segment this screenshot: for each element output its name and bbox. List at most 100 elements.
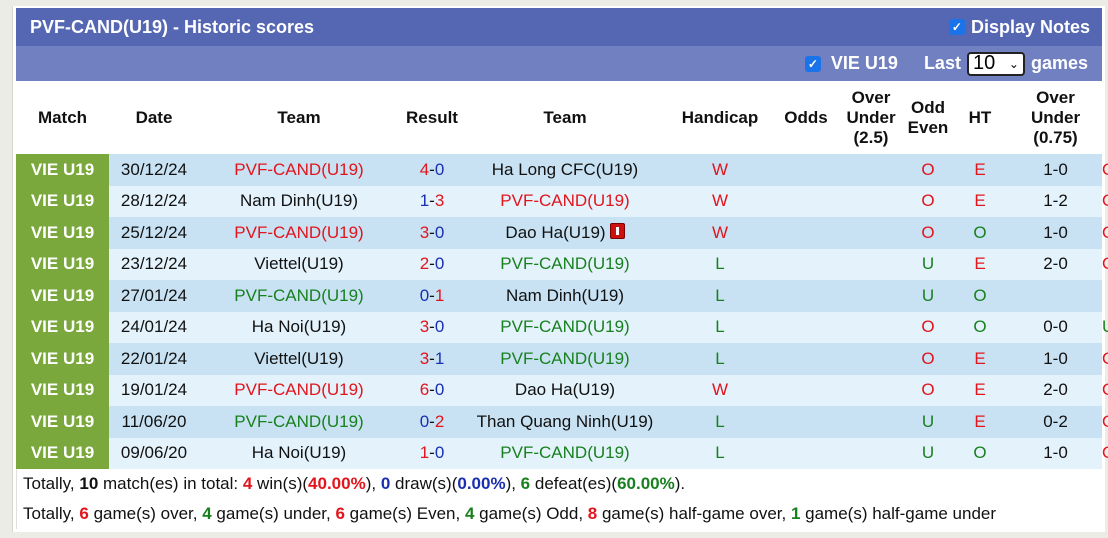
away-team-name[interactable]: Dao Ha(U19)	[515, 380, 615, 399]
odds-cell	[837, 248, 905, 280]
away-team-name[interactable]: PVF-CAND(U19)	[500, 191, 629, 210]
table-row: VIE U19 25/12/24 PVF-CAND(U19) 3-0 Dao Ha(U1…	[16, 217, 1108, 249]
league-filter-checkbox[interactable]: ✓	[804, 55, 821, 72]
games-label: games	[1030, 53, 1088, 73]
away-team-name[interactable]: Dao Ha(U19)	[505, 223, 605, 242]
away-team-cell[interactable]: PVF-CAND(U19)	[465, 311, 665, 343]
summary-text: game(s) half-game over,	[597, 504, 791, 523]
away-team-cell[interactable]: PVF-CAND(U19)	[465, 437, 665, 469]
home-team-cell[interactable]: Nam Dinh(U19)	[199, 185, 399, 217]
home-team-cell[interactable]: Ha Noi(U19)	[199, 311, 399, 343]
away-team-cell[interactable]: PVF-CAND(U19)	[465, 185, 665, 217]
home-team-cell[interactable]: PVF-CAND(U19)	[199, 154, 399, 186]
home-team-name[interactable]: Ha Noi(U19)	[252, 443, 346, 462]
handicap-cell	[775, 374, 837, 406]
result-cell: L	[665, 248, 775, 280]
home-team-cell[interactable]: Viettel(U19)	[199, 248, 399, 280]
over-under-cell: U	[905, 437, 951, 469]
ht-score-cell	[1009, 280, 1102, 312]
result-cell: L	[665, 343, 775, 375]
league-cell[interactable]: VIE U19	[16, 374, 109, 406]
table-row: VIE U19 19/01/24 PVF-CAND(U19) 6-0 Dao Ha(U1…	[16, 374, 1108, 406]
home-team-name[interactable]: Viettel(U19)	[254, 254, 343, 273]
league-cell[interactable]: VIE U19	[16, 248, 109, 280]
summary-value: 6	[335, 504, 345, 523]
score-cell[interactable]: 2-0	[399, 248, 465, 280]
home-team-name[interactable]: Ha Noi(U19)	[252, 317, 346, 336]
away-team-name[interactable]: PVF-CAND(U19)	[500, 349, 629, 368]
summary-text: match(es) in total:	[98, 474, 243, 493]
odd-even-cell: E	[951, 248, 1009, 280]
away-team-cell[interactable]: PVF-CAND(U19)	[465, 248, 665, 280]
date-cell: 19/01/24	[109, 374, 199, 406]
league-cell[interactable]: VIE U19	[16, 343, 109, 375]
games-count-select[interactable]: 10 ⌄	[966, 51, 1025, 76]
score-cell[interactable]: 1-0	[399, 437, 465, 469]
away-team-name[interactable]: Nam Dinh(U19)	[506, 286, 624, 305]
league-cell[interactable]: VIE U19	[16, 437, 109, 469]
date-cell: 25/12/24	[109, 217, 199, 249]
home-score: 6	[419, 380, 430, 400]
away-team-name[interactable]: Ha Long CFC(U19)	[492, 160, 638, 179]
score-cell[interactable]: 4-0	[399, 154, 465, 186]
league-cell[interactable]: VIE U19	[16, 217, 109, 249]
home-team-cell[interactable]: PVF-CAND(U19)	[199, 406, 399, 438]
away-team-name[interactable]: PVF-CAND(U19)	[500, 317, 629, 336]
away-team-cell[interactable]: Ha Long CFC(U19)	[465, 154, 665, 186]
away-team-cell[interactable]: Nam Dinh(U19)	[465, 280, 665, 312]
home-team-cell[interactable]: Viettel(U19)	[199, 343, 399, 375]
away-team-cell[interactable]: Than Quang Ninh(U19)	[465, 406, 665, 438]
away-team-cell[interactable]: Dao Ha(U19)	[465, 217, 665, 249]
ht-score-cell: 1-0	[1009, 154, 1102, 186]
away-team-name[interactable]: PVF-CAND(U19)	[500, 254, 629, 273]
score-cell[interactable]: 0-2	[399, 406, 465, 438]
away-team-name[interactable]: Than Quang Ninh(U19)	[477, 412, 654, 431]
ht-score-cell: 0-2	[1009, 406, 1102, 438]
result-cell: L	[665, 437, 775, 469]
home-team-name[interactable]: PVF-CAND(U19)	[234, 223, 363, 242]
home-team-name[interactable]: PVF-CAND(U19)	[234, 160, 363, 179]
home-team-cell[interactable]: PVF-CAND(U19)	[199, 374, 399, 406]
home-team-name[interactable]: PVF-CAND(U19)	[234, 380, 363, 399]
league-cell[interactable]: VIE U19	[16, 406, 109, 438]
date-cell: 28/12/24	[109, 185, 199, 217]
home-team-name[interactable]: Viettel(U19)	[254, 349, 343, 368]
summary-text: draw(s)(	[390, 474, 458, 493]
home-team-cell[interactable]: Ha Noi(U19)	[199, 437, 399, 469]
last-label: Last	[923, 53, 961, 73]
score-cell[interactable]: 0-1	[399, 280, 465, 312]
display-notes-checkbox[interactable]: ✓	[948, 19, 965, 35]
odds-cell	[837, 280, 905, 312]
score-cell[interactable]: 3-0	[399, 311, 465, 343]
away-team-name[interactable]: PVF-CAND(U19)	[500, 443, 629, 462]
home-team-cell[interactable]: PVF-CAND(U19)	[199, 217, 399, 249]
summary: Totally, 10 match(es) in total: 4 win(s)…	[16, 469, 1102, 529]
away-team-cell[interactable]: Dao Ha(U19)	[465, 374, 665, 406]
home-team-name[interactable]: Nam Dinh(U19)	[240, 191, 358, 210]
away-team-cell[interactable]: PVF-CAND(U19)	[465, 343, 665, 375]
league-cell[interactable]: VIE U19	[16, 185, 109, 217]
league-cell[interactable]: VIE U19	[16, 311, 109, 343]
score-cell[interactable]: 1-3	[399, 185, 465, 217]
home-score: 0	[419, 285, 430, 305]
ht-score-cell: 1-0	[1009, 343, 1102, 375]
display-notes-toggle[interactable]: ✓ Display Notes	[948, 16, 1090, 38]
home-team-cell[interactable]: PVF-CAND(U19)	[199, 280, 399, 312]
away-score: 3	[434, 191, 445, 211]
summary-value: 4	[464, 504, 475, 523]
score-cell[interactable]: 6-0	[399, 374, 465, 406]
home-team-name[interactable]: PVF-CAND(U19)	[234, 286, 363, 305]
home-team-name[interactable]: PVF-CAND(U19)	[234, 412, 363, 431]
handicap-cell	[775, 343, 837, 375]
home-score: 3	[419, 317, 430, 337]
league-cell[interactable]: VIE U19	[16, 280, 109, 312]
summary-value: 1	[790, 504, 801, 523]
score-cell[interactable]: 3-0	[399, 217, 465, 249]
date-cell: 23/12/24	[109, 248, 199, 280]
league-cell[interactable]: VIE U19	[16, 154, 109, 186]
score-cell[interactable]: 3-1	[399, 343, 465, 375]
summary-value: 6	[520, 474, 531, 493]
display-notes-label: Display Notes	[970, 16, 1090, 37]
date-cell: 09/06/20	[109, 437, 199, 469]
odd-even-cell: E	[951, 374, 1009, 406]
